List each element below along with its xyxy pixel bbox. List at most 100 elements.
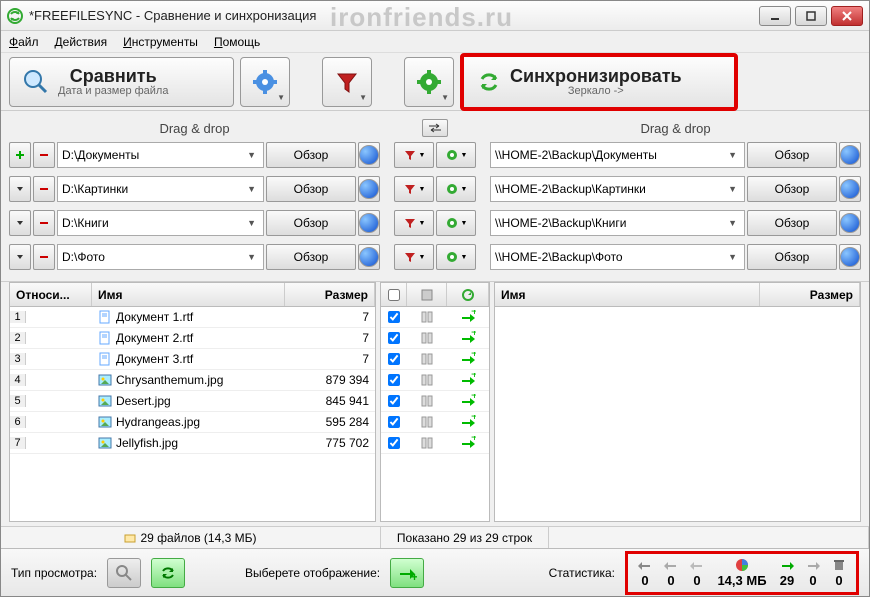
menu-help[interactable]: Помощь [214,35,260,49]
include-checkbox[interactable] [388,374,400,386]
pair-dropdown-button[interactable] [9,176,31,202]
pair-sync-settings-button[interactable]: ▼ [436,244,476,270]
browse-button[interactable]: Обзор [747,176,837,202]
include-checkbox[interactable] [388,437,400,449]
pair-sync-settings-button[interactable]: ▼ [436,210,476,236]
pair-row-left: D:\Фото▼ Обзор [9,241,380,273]
left-path-input[interactable]: D:\Документы▼ [57,142,264,168]
right-path-input[interactable]: \\HOME-2\Backup\Фото▼ [490,244,745,270]
action-row[interactable]: + [381,349,489,370]
action-row[interactable]: + [381,370,489,391]
browse-button[interactable]: Обзор [747,244,837,270]
cloud-button[interactable] [358,142,380,168]
pair-dropdown-button[interactable] [9,210,31,236]
file-row[interactable]: 7 Jellyfish.jpg 775 702 [10,433,375,454]
cloud-button[interactable] [839,244,861,270]
col-name-right[interactable]: Имя [495,283,760,306]
include-checkbox[interactable] [388,416,400,428]
close-button[interactable] [831,6,863,26]
chevron-down-icon[interactable]: ▼ [725,184,740,194]
globe-icon [840,213,860,233]
browse-button[interactable]: Обзор [266,142,356,168]
include-checkbox[interactable] [388,353,400,365]
compare-settings-button[interactable]: ▼ [240,57,290,107]
compare-button[interactable]: Сравнить Дата и размер файла [9,57,234,107]
pair-sync-settings-button[interactable]: ▼ [436,142,476,168]
pair-filter-button[interactable]: ▼ [394,244,434,270]
col-relative[interactable]: Относи... [10,283,92,306]
include-checkbox[interactable] [388,311,400,323]
cloud-button[interactable] [358,176,380,202]
action-row[interactable]: + [381,328,489,349]
add-pair-button[interactable] [9,142,31,168]
display-create-right-button[interactable]: + [390,558,424,588]
chevron-down-icon[interactable]: ▼ [244,252,259,262]
browse-button[interactable]: Обзор [266,244,356,270]
include-checkbox[interactable] [388,395,400,407]
grid-status-row: 29 файлов (14,3 МБ) Показано 29 из 29 ст… [1,526,869,548]
chevron-down-icon[interactable]: ▼ [244,184,259,194]
sync-button[interactable]: Синхронизировать Зеркало -> [464,57,734,107]
action-row[interactable]: + [381,391,489,412]
cloud-button[interactable] [839,176,861,202]
menu-file[interactable]: Файл [9,35,39,49]
pair-filter-button[interactable]: ▼ [394,142,434,168]
chevron-down-icon[interactable]: ▼ [725,218,740,228]
swap-sides-button[interactable] [422,119,448,137]
col-size[interactable]: Размер [285,283,375,306]
remove-pair-button[interactable] [33,210,55,236]
browse-button[interactable]: Обзор [266,210,356,236]
filter-button[interactable]: ▼ [322,57,372,107]
col-check[interactable] [381,283,407,306]
file-row[interactable]: 1 Документ 1.rtf 7 [10,307,375,328]
right-path-input[interactable]: \\HOME-2\Backup\Картинки▼ [490,176,745,202]
pair-dropdown-button[interactable] [9,244,31,270]
pair-sync-settings-button[interactable]: ▼ [436,176,476,202]
maximize-button[interactable] [795,6,827,26]
globe-icon [359,145,379,165]
sync-settings-button[interactable]: ▼ [404,57,454,107]
remove-pair-button[interactable] [33,176,55,202]
left-path-input[interactable]: D:\Книги▼ [57,210,264,236]
right-path-input[interactable]: \\HOME-2\Backup\Книги▼ [490,210,745,236]
chevron-down-icon[interactable]: ▼ [244,150,259,160]
pair-filter-button[interactable]: ▼ [394,176,434,202]
browse-button[interactable]: Обзор [747,142,837,168]
menu-actions[interactable]: Действия [55,35,108,49]
globe-icon [359,179,379,199]
action-row[interactable]: + [381,412,489,433]
menu-tools[interactable]: Инструменты [123,35,198,49]
sync-sublabel: Зеркало -> [568,85,624,97]
include-checkbox[interactable] [388,332,400,344]
file-row[interactable]: 3 Документ 3.rtf 7 [10,349,375,370]
right-path-input[interactable]: \\HOME-2\Backup\Документы▼ [490,142,745,168]
file-row[interactable]: 5 Desert.jpg 845 941 [10,391,375,412]
cloud-button[interactable] [358,244,380,270]
chevron-down-icon[interactable]: ▼ [244,218,259,228]
browse-button[interactable]: Обзор [266,176,356,202]
browse-button[interactable]: Обзор [747,210,837,236]
view-category-button[interactable] [107,558,141,588]
main-window: ironfriends.ru *FREEFILESYNC - Сравнение… [0,0,870,597]
col-name[interactable]: Имя [92,283,285,306]
left-path-input[interactable]: D:\Картинки▼ [57,176,264,202]
remove-pair-button[interactable] [33,244,55,270]
view-action-button[interactable] [151,558,185,588]
cloud-button[interactable] [839,142,861,168]
col-size-right[interactable]: Размер [760,283,860,306]
cloud-button[interactable] [358,210,380,236]
file-row[interactable]: 4 Chrysanthemum.jpg 879 394 [10,370,375,391]
action-row[interactable]: + [381,433,489,454]
file-row[interactable]: 2 Документ 2.rtf 7 [10,328,375,349]
remove-pair-button[interactable] [33,142,55,168]
left-path-input[interactable]: D:\Фото▼ [57,244,264,270]
col-action[interactable] [447,283,489,306]
pair-filter-button[interactable]: ▼ [394,210,434,236]
chevron-down-icon[interactable]: ▼ [725,150,740,160]
action-row[interactable]: + [381,307,489,328]
col-category[interactable] [407,283,447,306]
cloud-button[interactable] [839,210,861,236]
chevron-down-icon[interactable]: ▼ [725,252,740,262]
minimize-button[interactable] [759,6,791,26]
file-row[interactable]: 6 Hydrangeas.jpg 595 284 [10,412,375,433]
